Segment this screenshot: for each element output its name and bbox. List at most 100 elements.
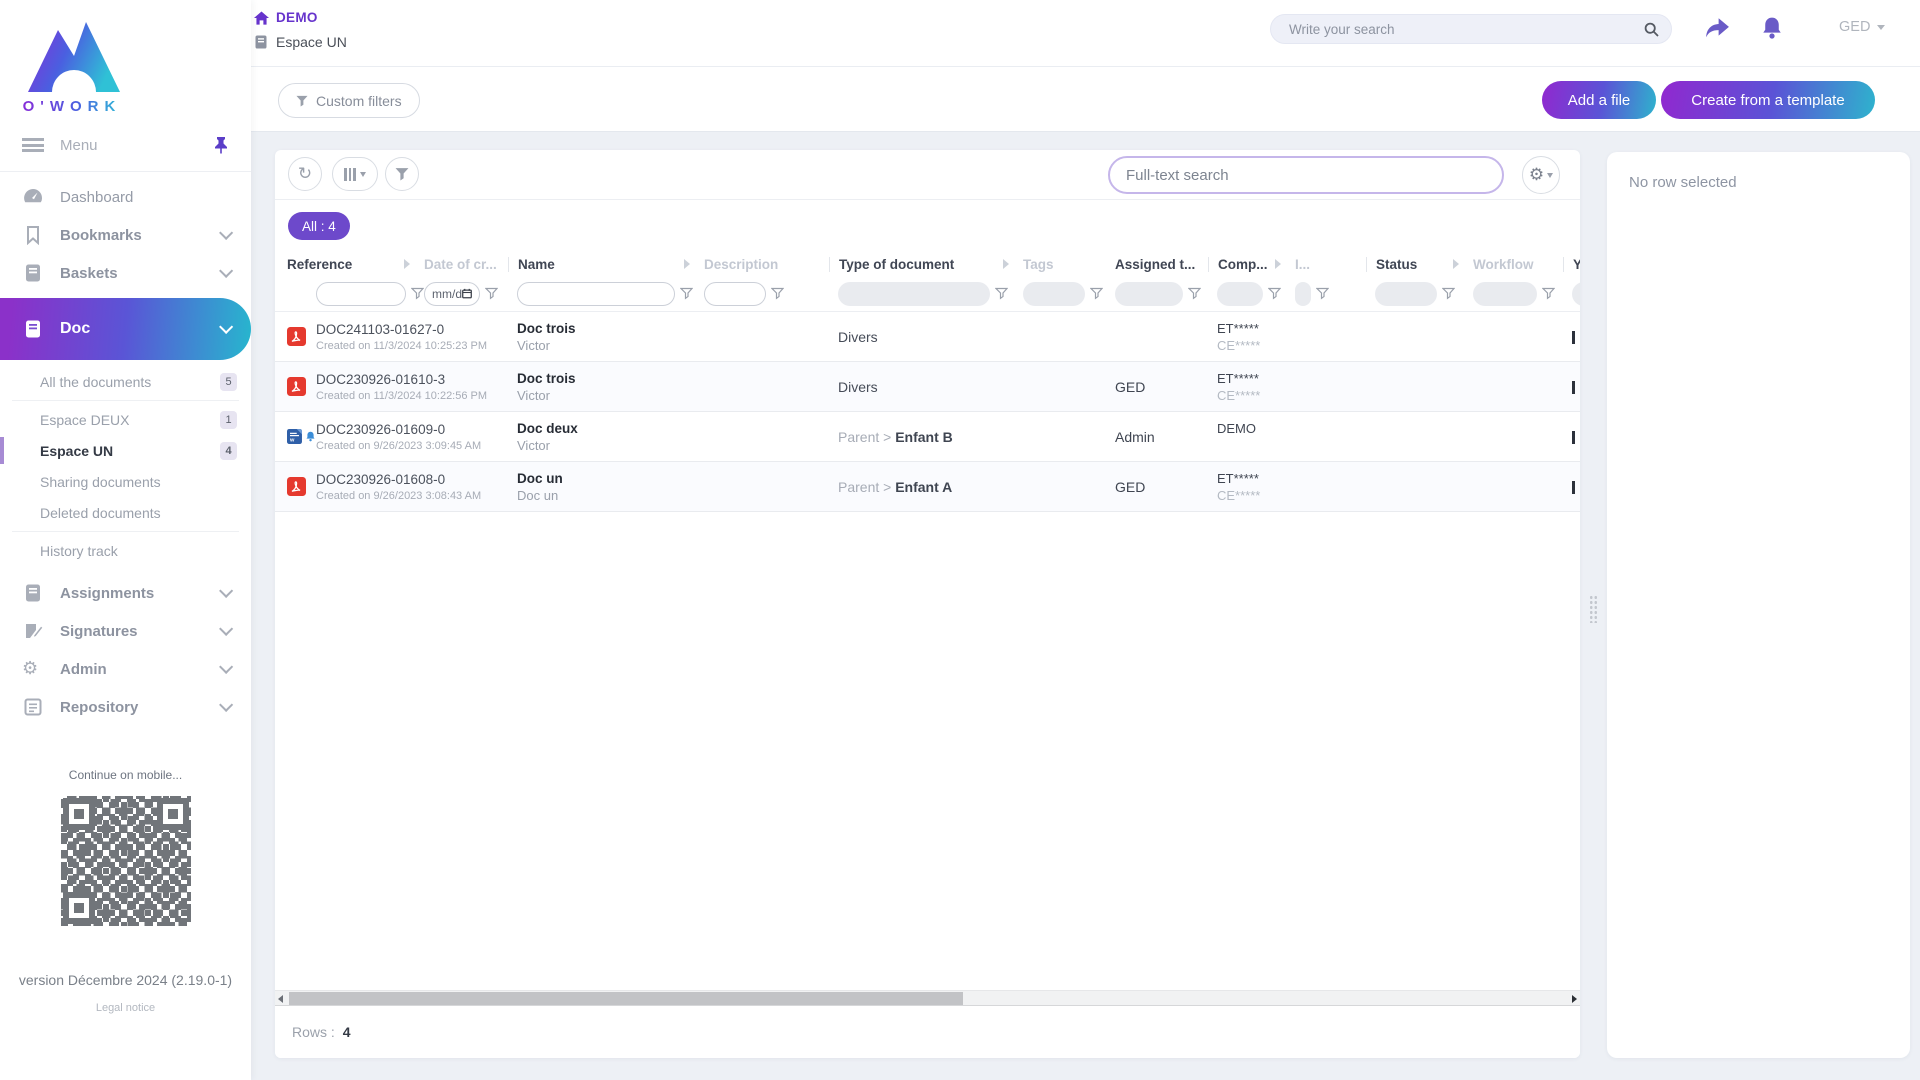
sidebar-item-all-documents[interactable]: All the documents 5 (0, 366, 251, 397)
sidebar-item-doc[interactable]: Doc (0, 298, 251, 360)
i-filter-select[interactable] (1295, 282, 1311, 306)
filter-cell-date: mm/d (424, 282, 517, 306)
share-icon[interactable] (1704, 16, 1730, 40)
sidebar-item-baskets[interactable]: Baskets (0, 254, 251, 292)
sidebar-item-repository[interactable]: Repository (0, 688, 251, 726)
filter-cell-name (517, 282, 704, 306)
global-search-input[interactable] (1289, 22, 1644, 37)
user-menu[interactable]: GED (1839, 19, 1885, 35)
sort-arrow-icon[interactable] (1003, 259, 1009, 269)
table-row[interactable]: w DOC230926-01609-0 Created on 9/26/2023… (275, 412, 1580, 462)
column-header-y[interactable]: Y... (1563, 257, 1580, 272)
column-header-status[interactable]: Status (1366, 257, 1473, 272)
funnel-icon[interactable] (1442, 287, 1455, 300)
column-header-i[interactable]: I... (1295, 257, 1375, 272)
search-icon[interactable] (1644, 22, 1659, 37)
funnel-icon[interactable] (680, 287, 693, 300)
custom-filters-button[interactable]: Custom filters (278, 83, 420, 118)
sidebar-item-deleted-documents[interactable]: Deleted documents (0, 497, 251, 528)
panel-resize-handle[interactable] (1589, 595, 1598, 623)
funnel-icon[interactable] (771, 287, 784, 300)
column-header-type[interactable]: Type of document (829, 257, 1023, 272)
document-name: Doc trois (517, 321, 704, 336)
create-from-template-button[interactable]: Create from a template (1661, 81, 1875, 119)
funnel-icon[interactable] (411, 287, 424, 300)
refresh-button[interactable]: ↻ (288, 157, 322, 191)
workflow-filter-select[interactable] (1473, 282, 1537, 306)
tags-filter-select[interactable] (1023, 282, 1085, 306)
funnel-icon[interactable] (1090, 287, 1103, 300)
date-filter-input[interactable]: mm/d (424, 282, 480, 306)
sidebar-item-signatures[interactable]: Signatures (0, 612, 251, 650)
scroll-left-arrow[interactable] (278, 995, 283, 1003)
menu-toggle[interactable]: Menu (0, 123, 251, 167)
sub-item-label: Espace UN (40, 443, 113, 459)
column-header-workflow[interactable]: Workflow (1473, 257, 1572, 272)
table-row[interactable]: DOC230926-01608-0 Created on 9/26/2023 3… (275, 462, 1580, 512)
all-filter-badge[interactable]: All : 4 (288, 212, 350, 240)
document-created: Created on 9/26/2023 3:08:43 AM (316, 490, 424, 502)
add-file-button[interactable]: Add a file (1542, 81, 1656, 119)
columns-button[interactable] (332, 157, 378, 191)
sort-arrow-icon[interactable] (404, 259, 410, 269)
sidebar-item-espace-deux[interactable]: Espace DEUX 1 (0, 404, 251, 435)
sidebar-item-dashboard[interactable]: Dashboard (0, 178, 251, 216)
sort-arrow-icon[interactable] (684, 259, 690, 269)
document-name-sub: Doc un (517, 488, 704, 503)
column-header-date[interactable]: Date of cr... (424, 257, 517, 272)
column-header-name[interactable]: Name (508, 257, 704, 272)
sidebar-item-assignments[interactable]: Assignments (0, 574, 251, 612)
company-filter-select[interactable] (1217, 282, 1263, 306)
name-filter-input[interactable] (517, 282, 675, 306)
funnel-icon[interactable] (1542, 287, 1555, 300)
breadcrumb-space[interactable]: Espace UN (254, 34, 347, 50)
legal-notice-link[interactable]: Legal notice (0, 1002, 251, 1014)
column-header-company[interactable]: Comp... (1208, 257, 1295, 272)
table-row[interactable]: DOC230926-01610-3 Created on 11/3/2024 1… (275, 362, 1580, 412)
pin-icon[interactable] (213, 136, 229, 154)
breadcrumb-home[interactable]: DEMO (254, 10, 347, 25)
sort-arrow-icon[interactable] (1275, 259, 1281, 269)
assigned-filter-select[interactable] (1115, 282, 1183, 306)
sidebar-item-espace-un[interactable]: Espace UN 4 (0, 435, 251, 466)
column-header-tags[interactable]: Tags (1023, 257, 1115, 272)
description-filter-input[interactable] (704, 282, 766, 306)
sidebar-item-sharing-documents[interactable]: Sharing documents (0, 466, 251, 497)
fulltext-search-input[interactable] (1126, 167, 1486, 184)
funnel-icon[interactable] (1268, 287, 1281, 300)
sidebar-item-label: Assignments (60, 585, 154, 602)
column-header-assigned[interactable]: Assigned t... (1115, 257, 1217, 272)
svg-text:w: w (289, 438, 295, 444)
sort-arrow-icon[interactable] (1453, 259, 1459, 269)
funnel-icon[interactable] (485, 287, 498, 300)
sidebar-item-bookmarks[interactable]: Bookmarks (0, 216, 251, 254)
funnel-icon[interactable] (1316, 287, 1329, 300)
status-filter-select[interactable] (1375, 282, 1437, 306)
calendar-icon[interactable] (462, 288, 472, 299)
column-header-description[interactable]: Description (704, 257, 838, 272)
sidebar-item-history-track[interactable]: History track (0, 535, 251, 566)
y-filter-select[interactable] (1572, 282, 1580, 306)
gear-icon: ⚙ (1529, 165, 1544, 185)
table-settings-button[interactable]: ⚙ (1522, 156, 1560, 194)
reference-filter-input[interactable] (316, 282, 406, 306)
chevron-down-icon (219, 226, 233, 240)
horizontal-scrollbar[interactable] (275, 990, 1580, 1006)
table-row[interactable]: DOC241103-01627-0 Created on 11/3/2024 1… (275, 312, 1580, 362)
column-header-reference[interactable]: Reference (287, 257, 424, 272)
scroll-right-arrow[interactable] (1572, 995, 1577, 1003)
sidebar-item-admin[interactable]: ⚙ Admin (0, 650, 251, 688)
document-created: Created on 9/26/2023 3:09:45 AM (316, 440, 424, 452)
app-logo: O'WORK (0, 0, 251, 115)
filter-button[interactable] (385, 157, 419, 191)
funnel-icon[interactable] (995, 287, 1008, 300)
type-filter-select[interactable] (838, 282, 990, 306)
funnel-icon[interactable] (1188, 287, 1201, 300)
document-company-sub: CE***** (1217, 488, 1295, 503)
chevron-down-icon (360, 172, 366, 177)
hamburger-icon (22, 138, 44, 152)
fulltext-search (1108, 156, 1504, 194)
chevron-down-icon (219, 622, 233, 636)
bell-icon[interactable] (1759, 16, 1785, 40)
scrollbar-thumb[interactable] (289, 992, 963, 1005)
